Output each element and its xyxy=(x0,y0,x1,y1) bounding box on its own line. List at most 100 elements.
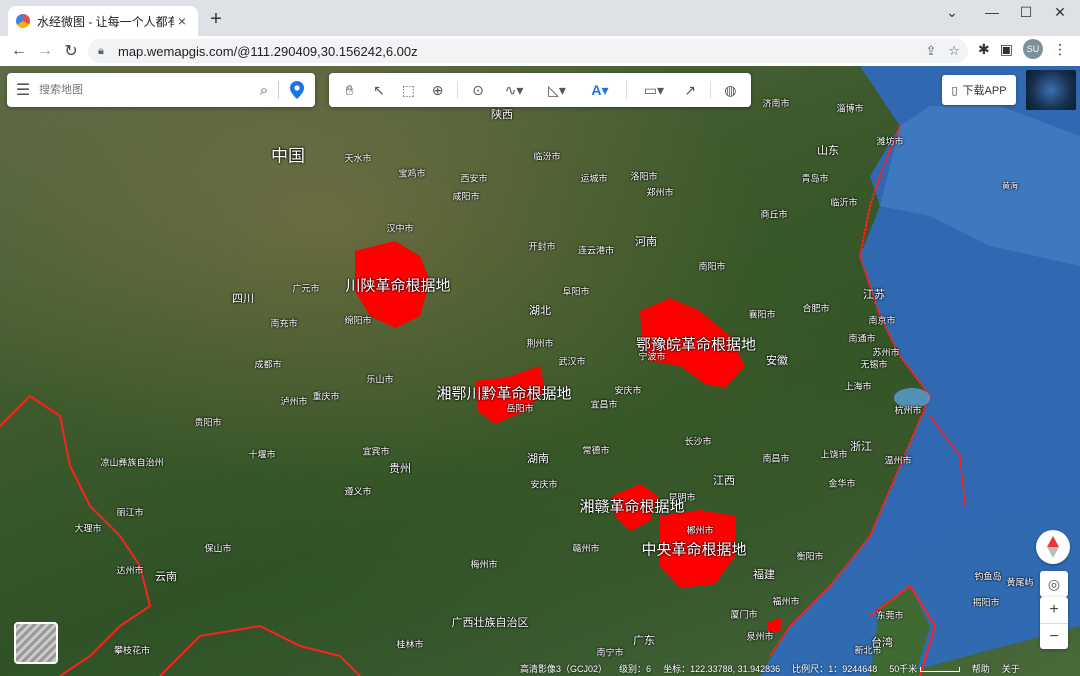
city-label: 重庆市 xyxy=(312,391,340,402)
city-label: 武汉市 xyxy=(558,356,586,367)
location-pin-icon[interactable] xyxy=(279,81,315,99)
tab-close-button[interactable]: × xyxy=(174,13,190,29)
reload-button[interactable]: ↻ xyxy=(58,38,84,64)
search-icon[interactable]: ⌕ xyxy=(250,82,278,99)
identify-pointer-icon[interactable]: ↗ xyxy=(677,77,702,103)
bookmark-star-icon[interactable]: ☆ xyxy=(948,43,960,59)
city-label: 泸州市 xyxy=(280,396,308,407)
island-label: 黄尾屿 xyxy=(1006,577,1034,588)
city-label: 十堰市 xyxy=(248,449,276,460)
map-canvas[interactable]: 中国 陕西 河南 山东 江苏 湖北 四川 安徽 浙江 湖南 贵州 江西 福建 云… xyxy=(0,66,1080,676)
globe-icon[interactable]: ◍ xyxy=(718,77,743,103)
city-label: 赣州市 xyxy=(572,543,600,554)
city-label: 大理市 xyxy=(74,523,102,534)
zoom-level: 级别：6 xyxy=(619,663,652,674)
city-label: 福州市 xyxy=(772,596,800,607)
province-label: 河南 xyxy=(635,236,657,248)
maximize-button[interactable]: ☐ xyxy=(1016,4,1036,21)
city-label: 金华市 xyxy=(828,478,856,489)
zoom-control: + − xyxy=(1040,597,1068,649)
city-label: 南宁市 xyxy=(596,647,624,658)
browser-toolbar: ← → ↻ 🔒︎ map.wemapgis.com/@111.290409,30… xyxy=(0,36,1080,66)
base-label: 鄂豫皖革命根据地 xyxy=(635,336,757,354)
extensions-icon[interactable]: ✱ xyxy=(978,41,990,58)
layer-switch-button[interactable] xyxy=(14,622,58,664)
city-label: 青岛市 xyxy=(801,173,829,184)
city-label: 商丘市 xyxy=(760,209,788,220)
city-label: 西安市 xyxy=(460,173,488,184)
city-label: 新北市 xyxy=(854,645,882,656)
search-panel: ☰ ⌕ xyxy=(7,73,315,107)
city-label: 无锡市 xyxy=(860,359,888,370)
province-label: 福建 xyxy=(753,569,775,581)
tab-search-icon[interactable]: ⌄ xyxy=(942,4,962,21)
forward-button[interactable]: → xyxy=(32,38,58,64)
city-label: 遵义市 xyxy=(344,486,372,497)
base-label: 川陕革命根据地 xyxy=(345,277,451,295)
city-label: 淄博市 xyxy=(836,103,864,114)
city-label: 洛阳市 xyxy=(630,171,658,182)
sea-label: 黄海 xyxy=(1002,181,1018,191)
select-pointer-icon[interactable]: ↖ xyxy=(366,77,391,103)
polygon-icon[interactable]: ◺▾ xyxy=(538,77,577,103)
base-label: 湘鄂川黔革命根据地 xyxy=(436,385,572,403)
browser-tabstrip: 水经微图 - 让每一个人都有自己 × + ⌄ — ☐ ✕ xyxy=(0,0,1080,36)
marker-icon[interactable]: ⊙ xyxy=(465,77,490,103)
city-label: 南昌市 xyxy=(762,453,790,464)
globe-view-button[interactable] xyxy=(1026,70,1076,110)
about-link[interactable]: 关于 xyxy=(1002,662,1020,675)
scale-bar xyxy=(919,666,960,672)
city-label: 南通市 xyxy=(848,333,876,344)
profile-avatar[interactable]: SU xyxy=(1022,39,1043,59)
city-label: 天水市 xyxy=(344,153,372,164)
browser-menu-icon[interactable]: ⋮ xyxy=(1053,41,1067,58)
minimize-button[interactable]: — xyxy=(982,4,1002,20)
close-window-button[interactable]: ✕ xyxy=(1050,4,1070,21)
help-link[interactable]: 帮助 xyxy=(972,662,990,675)
share-icon[interactable]: ⇪ xyxy=(925,43,936,59)
tab-title: 水经微图 - 让每一个人都有自己 xyxy=(37,14,174,29)
search-input[interactable] xyxy=(39,84,250,96)
city-label: 济南市 xyxy=(762,98,790,109)
back-button[interactable]: ← xyxy=(6,38,32,64)
rect-select-icon[interactable]: ⬚ xyxy=(396,77,421,103)
city-label: 阜阳市 xyxy=(562,286,590,297)
text-tool-icon[interactable]: A▾ xyxy=(581,77,620,103)
city-label: 温州市 xyxy=(884,455,912,466)
city-label: 上饶市 xyxy=(820,449,848,460)
pan-hand-icon[interactable]: ✋︎ xyxy=(337,77,362,103)
city-label: 咸阳市 xyxy=(452,191,480,202)
new-tab-button[interactable]: + xyxy=(206,8,226,31)
province-label: 浙江 xyxy=(850,441,872,453)
address-bar[interactable]: 🔒︎ map.wemapgis.com/@111.290409,30.15624… xyxy=(88,39,968,63)
province-label: 江苏 xyxy=(863,289,885,301)
city-label: 泉州市 xyxy=(746,631,774,642)
city-label: 衡阳市 xyxy=(796,551,824,562)
zoom-area-icon[interactable]: ⊕ xyxy=(425,77,450,103)
map-scale: 比例尺：1：9244648 xyxy=(792,663,878,674)
imagery-source: 高清影像3（GCJ02） xyxy=(520,663,608,674)
tool-panel: ✋︎ ↖ ⬚ ⊕ ⊙ ∿▾ ◺▾ A▾ ▭▾ ↗ ◍ xyxy=(329,73,751,107)
island-label: 钓鱼岛 xyxy=(974,571,1002,582)
city-label: 丽江市 xyxy=(116,507,144,518)
compass-button[interactable] xyxy=(1036,530,1070,564)
province-label: 贵州 xyxy=(389,463,411,475)
zoom-in-button[interactable]: + xyxy=(1040,597,1068,623)
my-location-button[interactable]: ◎ xyxy=(1040,571,1068,597)
city-label: 桂林市 xyxy=(396,639,424,650)
polyline-icon[interactable]: ∿▾ xyxy=(495,77,534,103)
side-panel-icon[interactable]: ▣ xyxy=(1000,41,1013,58)
base-label: 中央革命根据地 xyxy=(641,541,747,559)
city-label: 宜昌市 xyxy=(590,399,618,410)
province-label: 湖北 xyxy=(529,305,551,317)
download-app-button[interactable]: ▯ 下载APP xyxy=(942,75,1016,105)
city-label: 运城市 xyxy=(580,173,608,184)
city-label: 乐山市 xyxy=(366,374,394,385)
measure-ruler-icon[interactable]: ▭▾ xyxy=(634,77,673,103)
browser-tab[interactable]: 水经微图 - 让每一个人都有自己 × xyxy=(8,6,198,36)
zoom-out-button[interactable]: − xyxy=(1040,623,1068,649)
city-label: 南充市 xyxy=(270,318,298,329)
menu-icon[interactable]: ☰ xyxy=(7,80,39,100)
city-label: 安庆市 xyxy=(530,479,558,490)
city-label: 宝鸡市 xyxy=(398,168,426,179)
